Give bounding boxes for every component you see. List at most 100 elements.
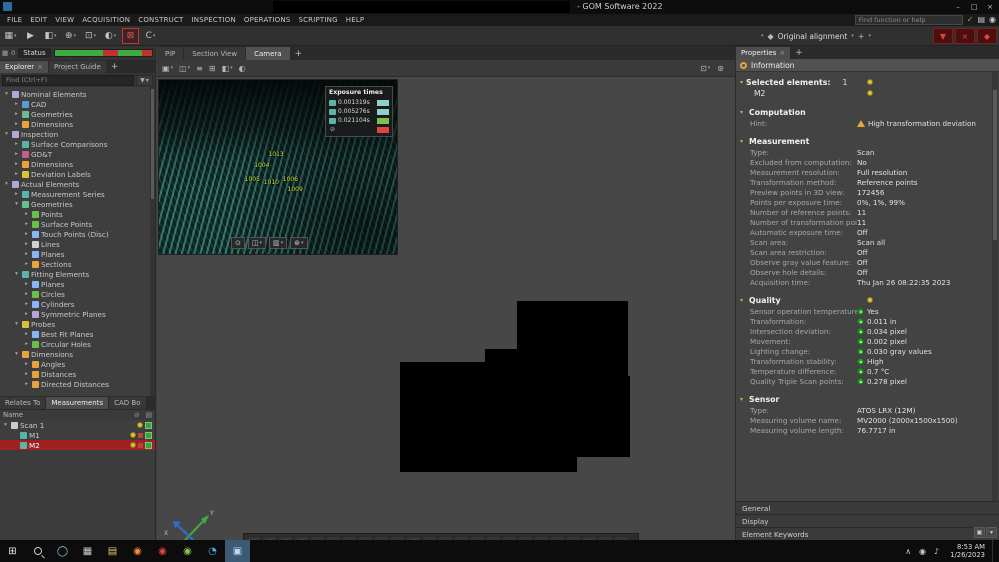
tree-item-dimensions[interactable]: ▾ Dimensions — [0, 349, 155, 359]
caret-icon[interactable]: ▸ — [13, 161, 20, 167]
caret-icon[interactable]: ▸ — [13, 111, 20, 117]
caret-icon[interactable]: ▾ — [13, 321, 20, 327]
tab-pip[interactable]: PiP — [157, 47, 184, 60]
caret-icon[interactable]: ▸ — [13, 121, 20, 127]
tab-relates-to[interactable]: Relates To — [0, 397, 46, 409]
caret-icon[interactable]: ▸ — [13, 151, 20, 157]
caret-icon[interactable]: ▸ — [23, 341, 30, 347]
caret-icon[interactable]: ▸ — [23, 311, 30, 317]
user-icon[interactable]: ◉ — [989, 15, 996, 25]
settings-button[interactable]: ⊛ — [716, 64, 725, 73]
contrast-button[interactable]: ◐ — [238, 64, 247, 73]
chrome-icon[interactable]: ◉ — [175, 540, 200, 562]
tree-item-measurement-series[interactable]: ▸ Measurement Series — [0, 189, 155, 199]
tree-item-symmetric-planes[interactable]: ▸ Symmetric Planes — [0, 309, 155, 319]
scrollbar-thumb[interactable] — [993, 90, 997, 240]
tray-icon-2[interactable]: ◉ — [915, 547, 930, 556]
caret-icon[interactable]: ▸ — [13, 191, 20, 197]
chevron-down-icon[interactable]: ▾ — [851, 33, 854, 39]
sensor-down-button[interactable]: ▼ — [933, 28, 953, 44]
properties-scrollbar[interactable] — [992, 72, 998, 501]
measure-button[interactable]: ◧ ▾ — [42, 28, 59, 44]
tab-project-guide[interactable]: Project Guide — [49, 61, 106, 73]
element-row-m1[interactable]: M1 — [0, 430, 155, 440]
menu-help[interactable]: HELP — [342, 16, 369, 24]
sensor-stop-button[interactable]: × — [955, 28, 975, 44]
add-alignment-button[interactable]: + — [858, 32, 865, 41]
close-icon[interactable]: × — [779, 49, 785, 57]
maximize-button[interactable]: □ — [966, 0, 982, 14]
tree-item-surface-points[interactable]: ▸ Surface Points — [0, 219, 155, 229]
section-caret-icon[interactable]: ▾ — [740, 297, 746, 304]
explorer-search-input[interactable] — [2, 74, 134, 86]
tree-item-fitting-elements[interactable]: ▾ Fitting Elements — [0, 269, 155, 279]
minimize-button[interactable]: – — [950, 0, 966, 14]
tray-icon-3[interactable]: ♪ — [930, 547, 943, 556]
camera-preview[interactable]: Exposure times 0.001319s 0.005276s 0.02110… — [158, 79, 398, 255]
section-computation-header[interactable]: ▾ Computation — [740, 107, 989, 118]
tab-measurements[interactable]: Measurements — [46, 397, 109, 409]
tree-item-directed-distances[interactable]: ▸ Directed Distances — [0, 379, 155, 389]
menu-scripting[interactable]: SCRIPTING — [294, 16, 341, 24]
selected-element-name-row[interactable]: M2 — [740, 88, 989, 99]
caret-icon[interactable]: ▾ — [13, 351, 20, 357]
tree-item-planes[interactable]: ▸ Planes — [0, 279, 155, 289]
menu-acquisition[interactable]: ACQUISITION — [78, 16, 134, 24]
start-icon[interactable]: ⊞ — [0, 540, 25, 562]
section-sensor-header[interactable]: ▾ Sensor — [740, 394, 989, 405]
caret-icon[interactable]: ▸ — [23, 221, 30, 227]
tree-item-points[interactable]: ▸ Points — [0, 209, 155, 219]
printer-icon[interactable]: ▤ — [977, 15, 985, 25]
menu-operations[interactable]: OPERATIONS — [240, 16, 295, 24]
caret-icon[interactable]: ▾ — [3, 181, 10, 187]
check-icon[interactable]: ✓ — [967, 15, 974, 25]
caret-icon[interactable]: ▸ — [23, 211, 30, 217]
caret-icon[interactable]: ▸ — [13, 141, 20, 147]
tree-item-angles[interactable]: ▸ Angles — [0, 359, 155, 369]
camera-settings-button[interactable]: ⊛ ▾ — [290, 237, 308, 249]
element-row-scan-1[interactable]: ▾ Scan 1 — [0, 420, 155, 430]
cortana-icon[interactable]: ◯ — [50, 540, 75, 562]
tree-item-inspection[interactable]: ▾ Inspection — [0, 129, 155, 139]
menu-file[interactable]: FILE — [3, 16, 26, 24]
view-mode-button[interactable]: ▦ ▾ — [2, 28, 19, 44]
tree-item-probes[interactable]: ▾ Probes — [0, 319, 155, 329]
exclude-column-icon[interactable]: ⊘ — [134, 411, 140, 419]
caret-icon[interactable]: ▸ — [23, 261, 30, 267]
caret-icon[interactable]: ▸ — [23, 241, 30, 247]
alignment-selector[interactable]: ▾ ◆ Original alignment ▾ + ▾ — [761, 28, 871, 44]
transform-button[interactable]: ⊕ ▾ — [62, 28, 79, 44]
tree-item-dimensions[interactable]: ▸ Dimensions — [0, 159, 155, 169]
tree-item-cylinders[interactable]: ▸ Cylinders — [0, 299, 155, 309]
menu-inspection[interactable]: INSPECTION — [188, 16, 240, 24]
caret-icon[interactable]: ▾ — [3, 131, 10, 137]
caret-icon[interactable]: ▾ — [13, 201, 20, 207]
chevron-down-icon[interactable]: ▾ — [868, 33, 871, 39]
taskbar-clock[interactable]: 8:53 AM 1/26/2023 — [943, 543, 992, 559]
tab-cad-bo[interactable]: CAD Bo — [109, 397, 146, 409]
record-button[interactable]: ⊠ — [122, 28, 139, 44]
caret-icon[interactable]: ▸ — [23, 381, 30, 387]
tree-item-gd-t[interactable]: ▸ GD&T — [0, 149, 155, 159]
list-column-icon[interactable]: ▤ — [146, 411, 152, 419]
caret-icon[interactable]: ▸ — [23, 371, 30, 377]
status-tab[interactable]: Status — [18, 48, 51, 58]
caret-icon[interactable]: ▸ — [23, 291, 30, 297]
sensor-move-button[interactable]: ◆ — [977, 28, 997, 44]
tree-item-surface-comparisons[interactable]: ▸ Surface Comparisons — [0, 139, 155, 149]
add-tab-button[interactable]: + — [107, 61, 123, 73]
exposure-grid-button[interactable]: ▥ ▾ — [269, 237, 288, 249]
add-tab-button[interactable]: + — [291, 48, 307, 60]
close-button[interactable]: × — [982, 0, 998, 14]
chevron-down-icon[interactable]: ▾ — [761, 33, 764, 39]
tab-explorer[interactable]: Explorer × — [0, 61, 49, 73]
tree-item-planes[interactable]: ▸ Planes — [0, 249, 155, 259]
section-caret-icon[interactable]: ▾ — [740, 138, 746, 145]
caret-icon[interactable]: ▾ — [3, 91, 10, 97]
search-icon[interactable] — [25, 540, 50, 562]
scrollbar-thumb[interactable] — [151, 89, 154, 199]
caret-icon[interactable]: ▾ — [2, 422, 9, 428]
menu-construct[interactable]: CONSTRUCT — [134, 16, 187, 24]
caret-icon[interactable]: ▸ — [23, 281, 30, 287]
keywords-edit-button[interactable]: ▣ — [974, 527, 985, 538]
